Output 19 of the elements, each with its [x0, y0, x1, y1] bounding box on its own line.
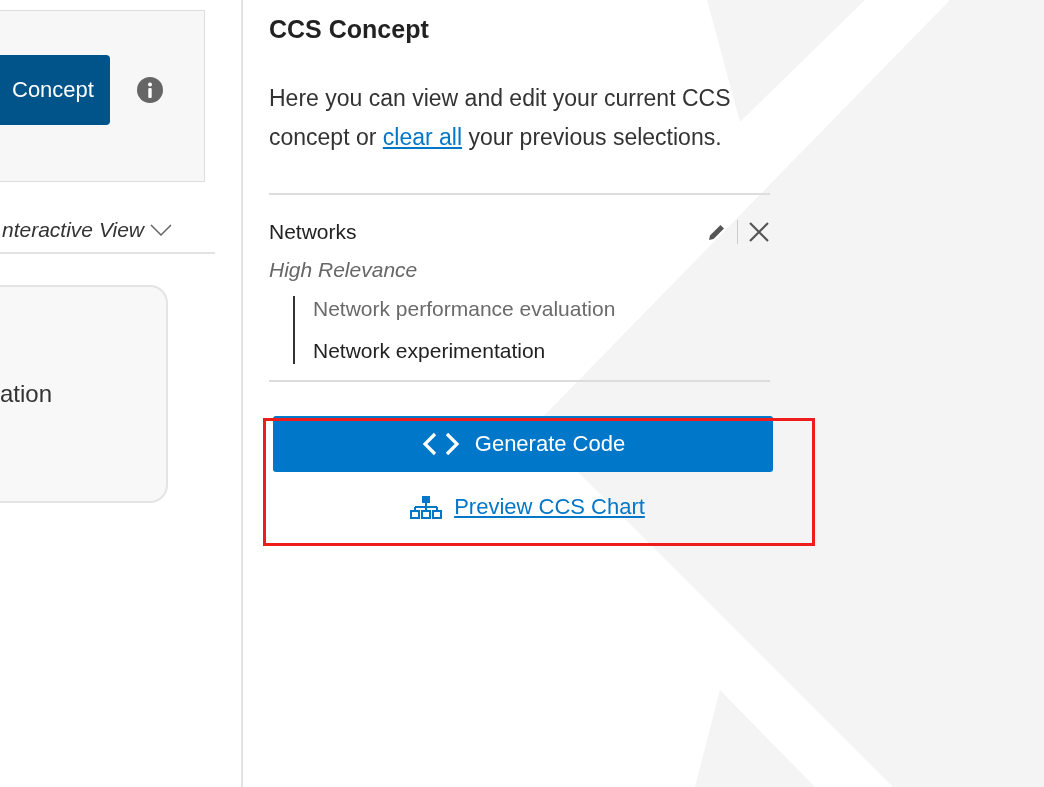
panel-title: CCS Concept: [269, 15, 430, 45]
concept-item[interactable]: Network performance evaluation: [313, 296, 770, 322]
code-icon: [420, 432, 461, 456]
concept-item[interactable]: Network experimentation: [313, 338, 770, 364]
relevance-label: High Relevance: [269, 258, 419, 282]
preview-chart-link[interactable]: Preview CCS Chart: [454, 494, 645, 520]
info-icon[interactable]: [135, 76, 164, 104]
view-selector[interactable]: nteractive View: [2, 218, 145, 242]
hierarchy-icon[interactable]: [410, 495, 443, 519]
close-icon[interactable]: [748, 221, 770, 243]
intro-text: Here you can view and edit your current CCS concept or clear all your previous selections.: [269, 84, 732, 152]
card-title: ation: [0, 379, 53, 408]
concept-button[interactable]: Concept: [0, 55, 110, 125]
clear-all-link[interactable]: clear all: [382, 124, 463, 150]
topic-card[interactable]: ation: [0, 285, 168, 503]
category-name: Networks: [269, 220, 357, 244]
pencil-icon[interactable]: [707, 222, 727, 242]
chevron-down-icon[interactable]: [150, 224, 173, 236]
generate-code-button[interactable]: Generate Code: [273, 416, 773, 472]
